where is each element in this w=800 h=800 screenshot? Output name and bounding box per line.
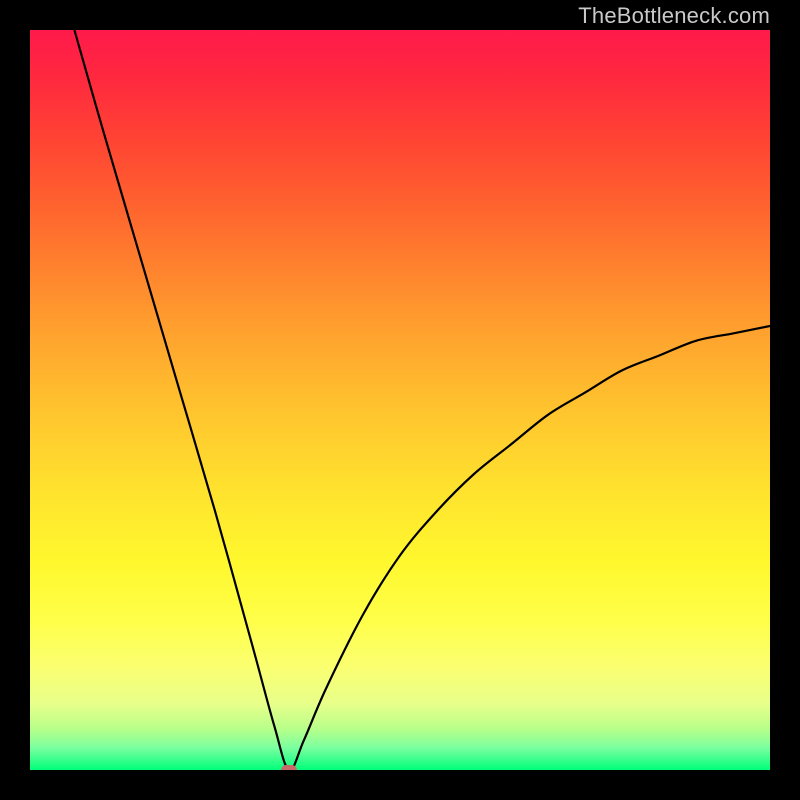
vertex-marker — [281, 765, 297, 770]
watermark-text: TheBottleneck.com — [578, 3, 770, 29]
plot-area — [30, 30, 770, 770]
bottleneck-curve — [30, 30, 770, 770]
chart-frame: TheBottleneck.com — [0, 0, 800, 800]
